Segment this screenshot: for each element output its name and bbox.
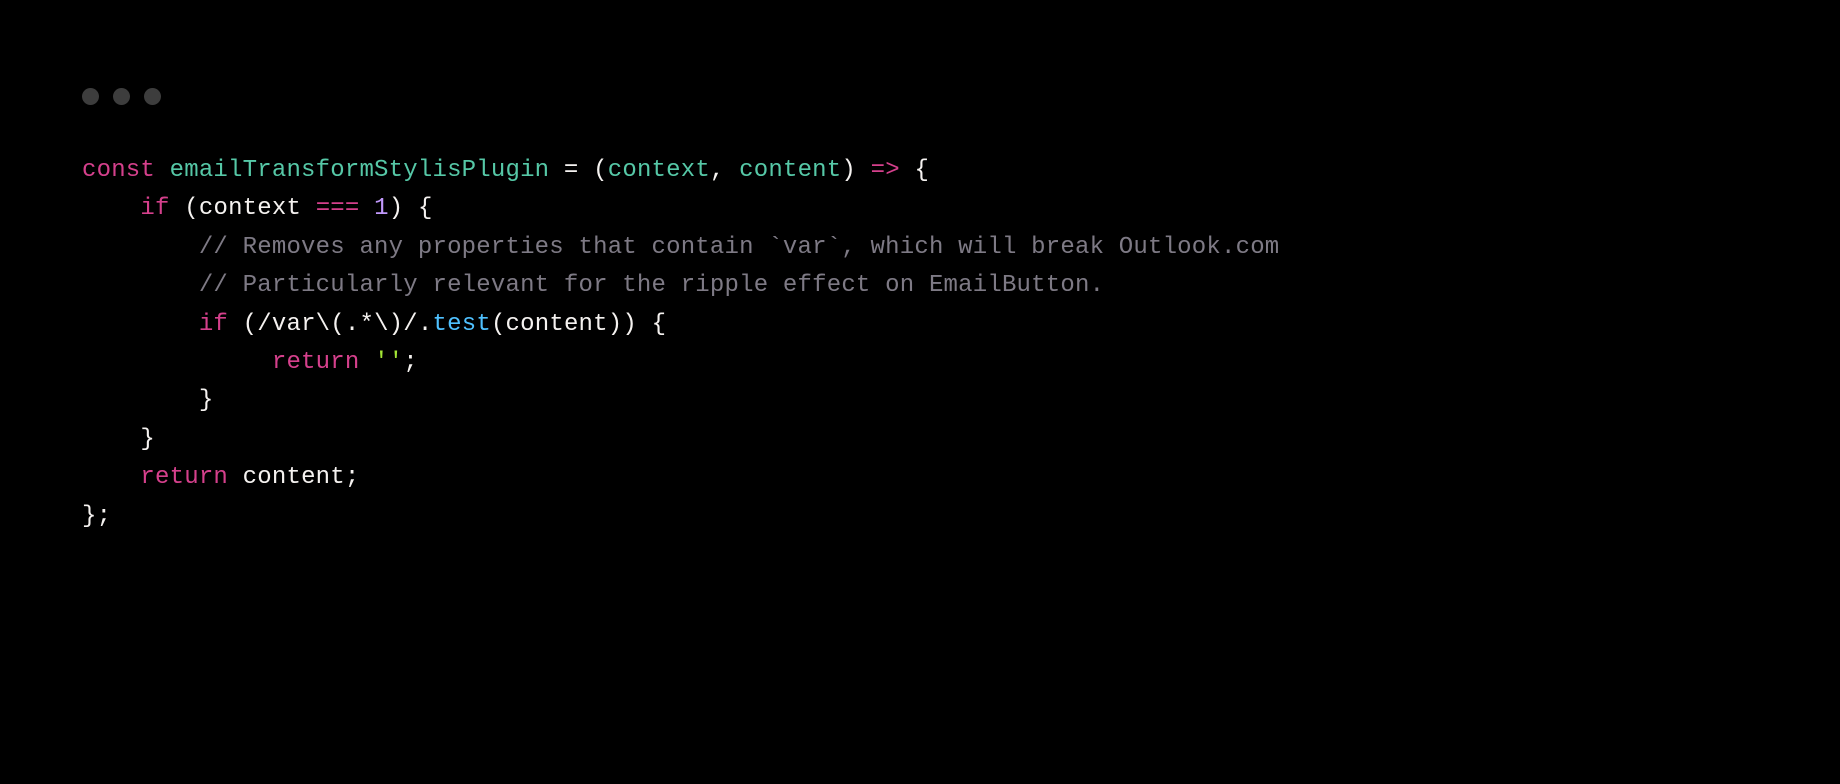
traffic-dot-close <box>82 88 99 105</box>
semicolon: ; <box>345 464 360 491</box>
arrow: => <box>871 157 900 184</box>
method-test: test <box>433 311 491 338</box>
window-traffic-lights <box>82 88 161 105</box>
paren-close: ) <box>841 157 856 184</box>
regex-literal: /var\(.*\)/ <box>257 311 418 338</box>
operator-strict-equal: === <box>316 195 360 222</box>
code-line-2: if (context === 1) { <box>82 190 1279 228</box>
brace-open: { <box>914 157 929 184</box>
number-literal: 1 <box>374 195 389 222</box>
keyword-return: return <box>272 349 360 376</box>
brace-open: { <box>652 311 667 338</box>
dot: . <box>418 311 433 338</box>
comment-line: // Particularly relevant for the ripple … <box>199 272 1104 299</box>
code-line-6: return ''; <box>82 344 1279 382</box>
code-block: const emailTransformStylisPlugin = (cont… <box>82 152 1279 536</box>
paren-open: ( <box>593 157 608 184</box>
code-line-11: }; <box>82 498 1279 536</box>
brace-close: } <box>199 387 214 414</box>
paren-close: ) <box>608 311 623 338</box>
keyword-const: const <box>82 157 155 184</box>
paren-open: ( <box>243 311 258 338</box>
keyword-if: if <box>199 311 228 338</box>
string-empty: '' <box>374 349 403 376</box>
brace-close: } <box>140 426 155 453</box>
code-line-1: const emailTransformStylisPlugin = (cont… <box>82 152 1279 190</box>
code-line-7: } <box>82 382 1279 420</box>
operator-assign: = <box>564 157 579 184</box>
keyword-if: if <box>140 195 169 222</box>
identifier-function-name: emailTransformStylisPlugin <box>170 157 550 184</box>
code-line-5: if (/var\(.*\)/.test(content)) { <box>82 306 1279 344</box>
param-context: context <box>608 157 710 184</box>
semicolon: ; <box>97 503 112 530</box>
paren-close: ) <box>622 311 637 338</box>
keyword-return: return <box>140 464 228 491</box>
identifier-content: content <box>243 464 345 491</box>
param-content: content <box>739 157 841 184</box>
traffic-dot-zoom <box>144 88 161 105</box>
code-line-10: return content; <box>82 459 1279 497</box>
identifier-context: context <box>199 195 301 222</box>
identifier-content: content <box>506 311 608 338</box>
paren-open: ( <box>184 195 199 222</box>
traffic-dot-minimize <box>113 88 130 105</box>
semicolon: ; <box>403 349 418 376</box>
code-line-3: // Removes any properties that contain `… <box>82 229 1279 267</box>
comment-line: // Removes any properties that contain `… <box>199 234 1280 261</box>
brace-close: } <box>82 503 97 530</box>
paren-open: ( <box>491 311 506 338</box>
code-line-8: } <box>82 421 1279 459</box>
comma: , <box>710 157 725 184</box>
brace-open: { <box>418 195 433 222</box>
paren-close: ) <box>389 195 404 222</box>
code-line-4: // Particularly relevant for the ripple … <box>82 267 1279 305</box>
